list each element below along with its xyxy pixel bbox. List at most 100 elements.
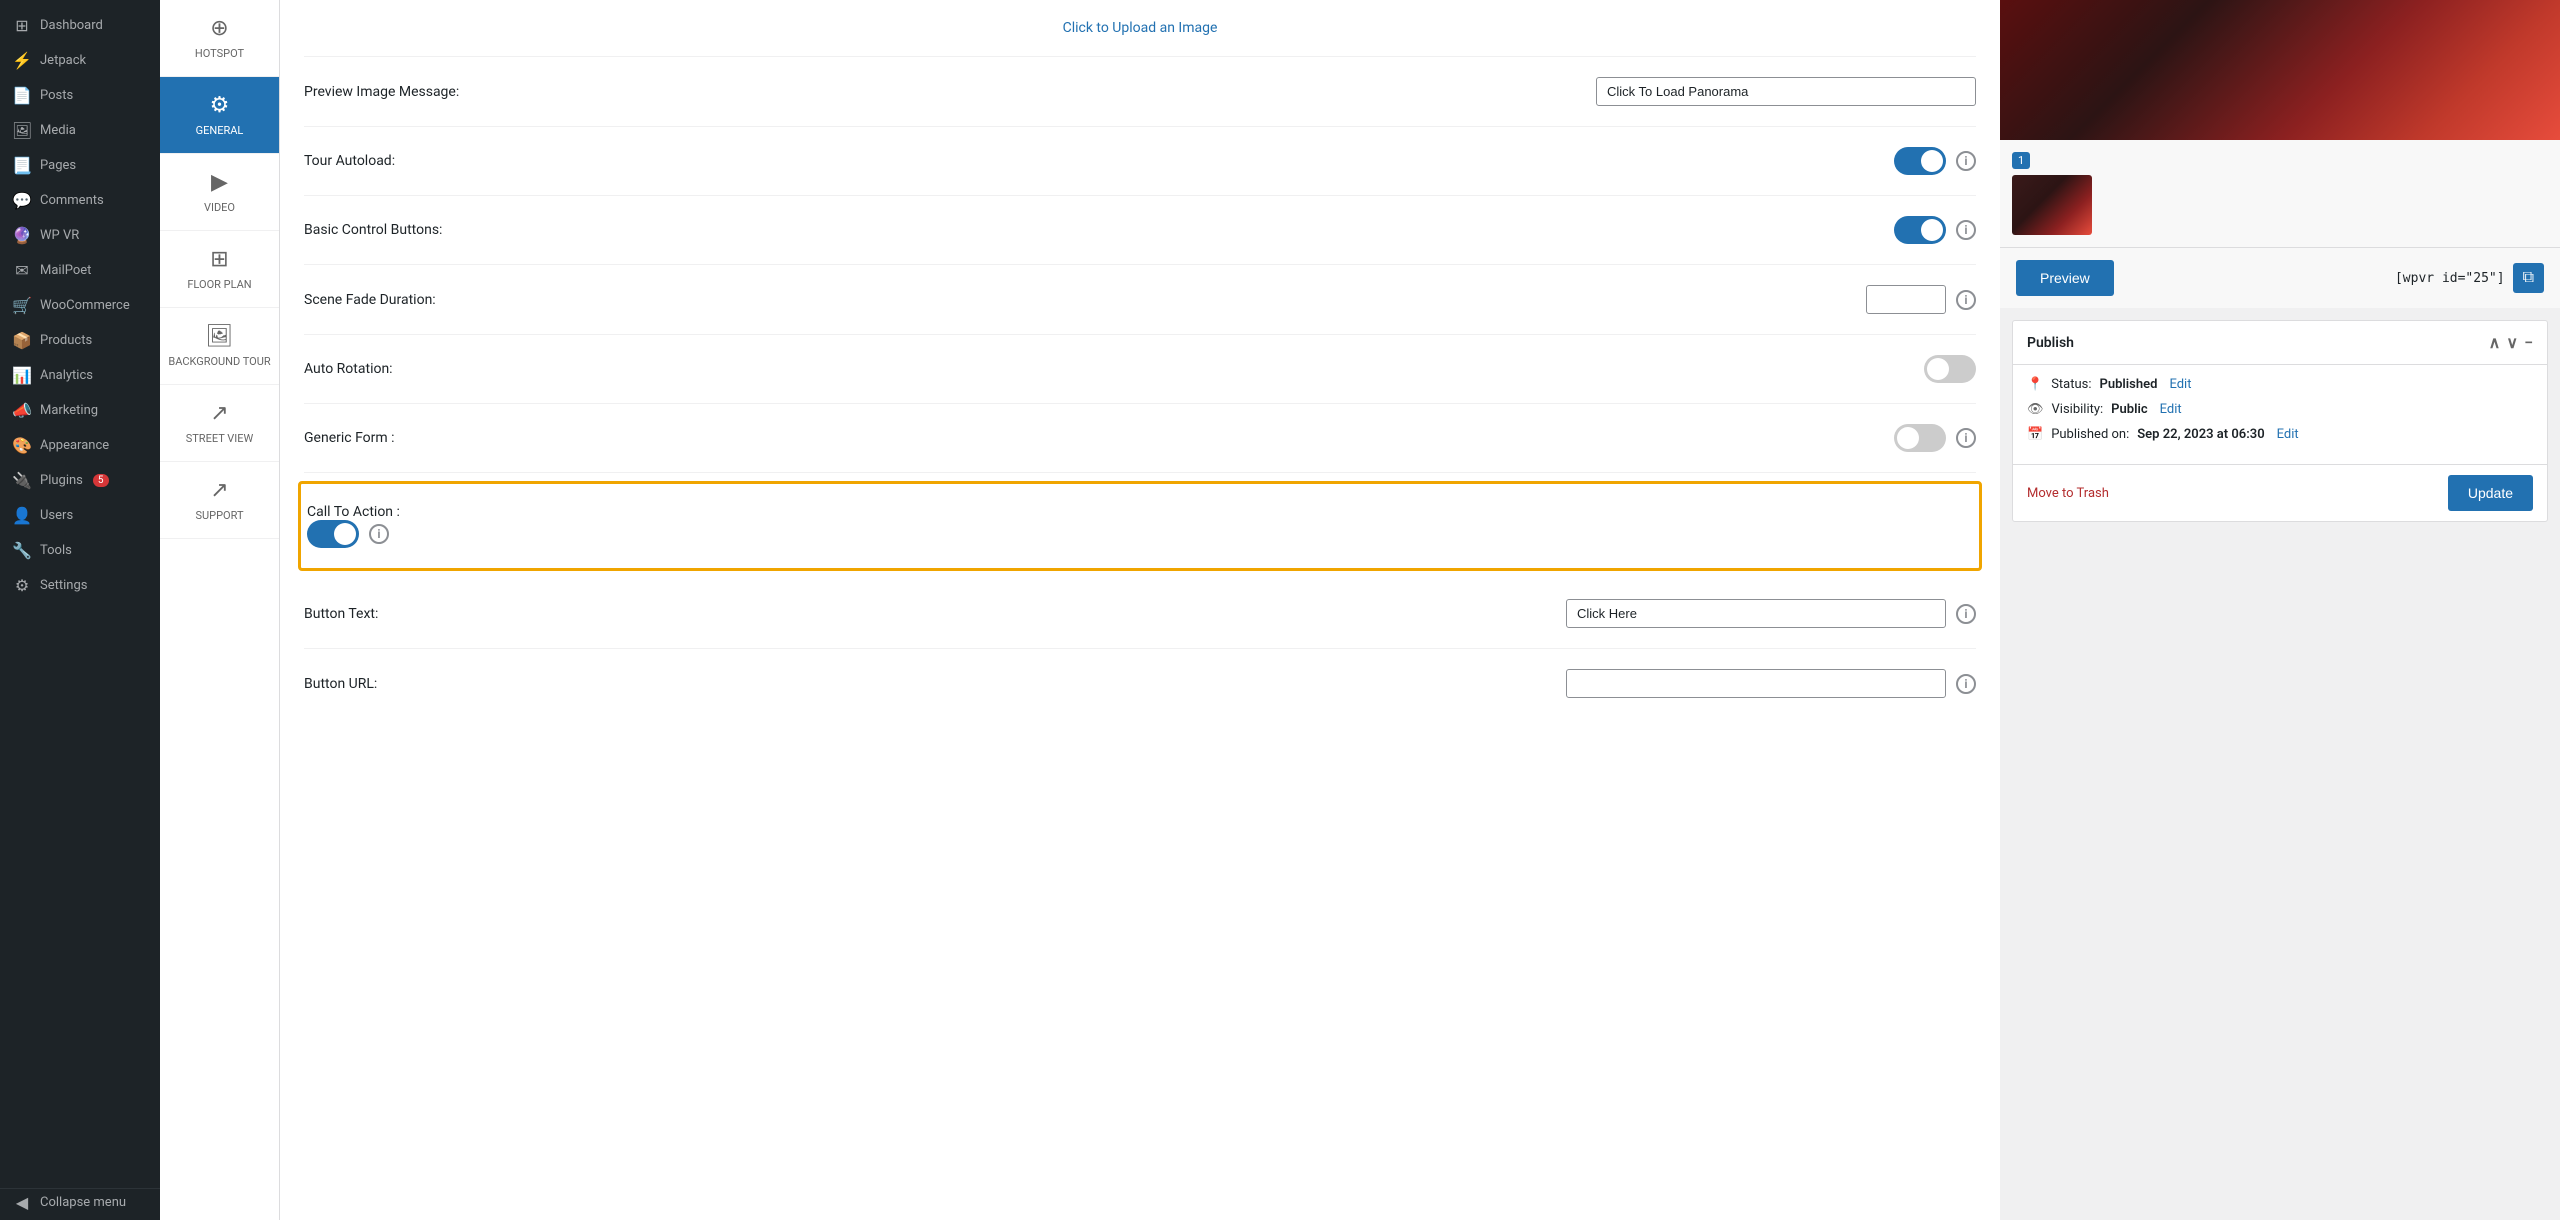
sidebar-item-users[interactable]: 👤 Users bbox=[0, 498, 160, 533]
generic-form-toggle[interactable] bbox=[1894, 424, 1946, 452]
dashboard-icon: ⊞ bbox=[12, 16, 32, 35]
panel-nav-floor-plan[interactable]: ⊞ FLOOR PLAN bbox=[160, 231, 279, 308]
background-tour-icon: 🖼 bbox=[206, 324, 234, 349]
preview-button[interactable]: Preview bbox=[2016, 260, 2114, 296]
appearance-icon: 🎨 bbox=[12, 436, 32, 455]
sidebar-item-dashboard[interactable]: ⊞ Dashboard bbox=[0, 8, 160, 43]
call-to-action-control: i bbox=[307, 520, 1973, 548]
basic-control-buttons-toggle[interactable] bbox=[1894, 216, 1946, 244]
update-button[interactable]: Update bbox=[2448, 475, 2533, 511]
auto-rotation-toggle[interactable] bbox=[1924, 355, 1976, 383]
thumbnail-image bbox=[2012, 175, 2092, 235]
upload-image-link[interactable]: Click to Upload an Image bbox=[1063, 20, 1218, 36]
tour-autoload-control: i bbox=[1894, 147, 1976, 175]
sidebar-item-plugins[interactable]: 🔌 Plugins 5 bbox=[0, 463, 160, 498]
tour-autoload-row: Tour Autoload: i bbox=[304, 127, 1976, 196]
call-to-action-label: Call To Action : bbox=[307, 504, 400, 520]
sidebar-item-wpvr[interactable]: 🔮 WP VR bbox=[0, 218, 160, 253]
auto-rotation-slider bbox=[1924, 355, 1976, 383]
panel-nav-support[interactable]: ↗ SUPPORT bbox=[160, 462, 279, 539]
status-label: Status: bbox=[2051, 377, 2091, 392]
mailpoet-icon: ✉ bbox=[12, 261, 32, 280]
sidebar-item-posts[interactable]: 📄 Posts bbox=[0, 78, 160, 113]
sidebar-item-appearance[interactable]: 🎨 Appearance bbox=[0, 428, 160, 463]
scene-fade-duration-info[interactable]: i bbox=[1956, 290, 1976, 310]
video-icon: ▶ bbox=[211, 170, 228, 195]
status-value: Published bbox=[2100, 377, 2158, 392]
sidebar-item-analytics[interactable]: 📊 Analytics bbox=[0, 358, 160, 393]
panel-nav-street-view[interactable]: ↗ STREET VIEW bbox=[160, 385, 279, 462]
panel-nav-general[interactable]: ⚙ GENERAL bbox=[160, 77, 279, 154]
publish-status-row: 📍 Status: Published Edit bbox=[2027, 377, 2533, 392]
call-to-action-toggle[interactable] bbox=[307, 520, 359, 548]
panel-nav-hotspot[interactable]: ⊕ HOTSPOT bbox=[160, 0, 279, 77]
analytics-icon: 📊 bbox=[12, 366, 32, 385]
button-url-label: Button URL: bbox=[304, 676, 377, 692]
publish-visibility-row: 👁 Visibility: Public Edit bbox=[2027, 402, 2533, 417]
button-url-input[interactable] bbox=[1566, 669, 1946, 698]
street-view-icon: ↗ bbox=[210, 401, 228, 426]
call-to-action-row: Call To Action : i bbox=[298, 481, 1982, 571]
general-icon: ⚙ bbox=[210, 93, 230, 118]
button-url-row: Button URL: i bbox=[304, 649, 1976, 718]
chevron-up-icon[interactable]: ∧ bbox=[2489, 333, 2501, 352]
generic-form-row: Generic Form : i bbox=[304, 404, 1976, 473]
published-on-edit-link[interactable]: Edit bbox=[2277, 427, 2299, 442]
move-to-trash-link[interactable]: Move to Trash bbox=[2027, 486, 2109, 501]
shortcode-text: [wpvr id="25"] bbox=[2395, 271, 2505, 286]
support-icon: ↗ bbox=[210, 478, 228, 503]
sidebar-item-pages[interactable]: 📃 Pages bbox=[0, 148, 160, 183]
basic-control-buttons-control: i bbox=[1894, 216, 1976, 244]
sidebar-item-media[interactable]: 🖼 Media bbox=[0, 113, 160, 148]
preview-image-message-row: Preview Image Message: bbox=[304, 57, 1976, 127]
upload-row: Click to Upload an Image bbox=[304, 0, 1976, 57]
sidebar-item-tools[interactable]: 🔧 Tools bbox=[0, 533, 160, 568]
auto-rotation-label: Auto Rotation: bbox=[304, 361, 393, 377]
button-text-info[interactable]: i bbox=[1956, 604, 1976, 624]
published-on-value: Sep 22, 2023 at 06:30 bbox=[2137, 427, 2264, 442]
button-url-control: i bbox=[1566, 669, 1976, 698]
tour-autoload-slider bbox=[1894, 147, 1946, 175]
panel-navigation: ⊕ HOTSPOT ⚙ GENERAL ▶ VIDEO ⊞ FLOOR PLAN… bbox=[160, 0, 280, 1220]
button-text-control: i bbox=[1566, 599, 1976, 628]
call-to-action-info[interactable]: i bbox=[369, 524, 389, 544]
generic-form-info[interactable]: i bbox=[1956, 428, 1976, 448]
wpvr-icon: 🔮 bbox=[12, 226, 32, 245]
status-edit-link[interactable]: Edit bbox=[2169, 377, 2191, 392]
sidebar-item-settings[interactable]: ⚙ Settings bbox=[0, 568, 160, 603]
basic-control-buttons-slider bbox=[1894, 216, 1946, 244]
sidebar-item-marketing[interactable]: 📣 Marketing bbox=[0, 393, 160, 428]
shortcode-row: [wpvr id="25"] ⧉ bbox=[2395, 263, 2544, 293]
sidebar-item-jetpack[interactable]: ⚡ Jetpack bbox=[0, 43, 160, 78]
plugins-badge: 5 bbox=[93, 474, 109, 487]
auto-rotation-row: Auto Rotation: bbox=[304, 335, 1976, 404]
thumbnail-badge: 1 bbox=[2012, 152, 2030, 169]
sidebar-item-products[interactable]: 📦 Products bbox=[0, 323, 160, 358]
tour-autoload-info[interactable]: i bbox=[1956, 151, 1976, 171]
chevron-down-icon[interactable]: ∨ bbox=[2506, 333, 2518, 352]
button-url-info[interactable]: i bbox=[1956, 674, 1976, 694]
posts-icon: 📄 bbox=[12, 86, 32, 105]
tour-autoload-toggle[interactable] bbox=[1894, 147, 1946, 175]
preview-image-message-control bbox=[1596, 77, 1976, 106]
call-to-action-wrapper: ➜ Call To Action : i bbox=[304, 481, 1976, 571]
sidebar: ⊞ Dashboard ⚡ Jetpack 📄 Posts 🖼 Media 📃 … bbox=[0, 0, 160, 1220]
sidebar-item-comments[interactable]: 💬 Comments bbox=[0, 183, 160, 218]
collapse-menu-button[interactable]: ◀ Collapse menu bbox=[0, 1188, 160, 1220]
scene-fade-duration-control: i bbox=[1866, 285, 1976, 314]
panel-nav-background-tour[interactable]: 🖼 BACKGROUND TOUR bbox=[160, 308, 279, 385]
visibility-edit-link[interactable]: Edit bbox=[2160, 402, 2182, 417]
pages-icon: 📃 bbox=[12, 156, 32, 175]
sidebar-item-mailpoet[interactable]: ✉ MailPoet bbox=[0, 253, 160, 288]
sidebar-item-woocommerce[interactable]: 🛒 WooCommerce bbox=[0, 288, 160, 323]
button-text-input[interactable] bbox=[1566, 599, 1946, 628]
preview-image-message-input[interactable] bbox=[1596, 77, 1976, 106]
panel-nav-video[interactable]: ▶ VIDEO bbox=[160, 154, 279, 231]
collapse-publish-icon[interactable]: − bbox=[2524, 333, 2533, 352]
scene-fade-duration-input[interactable] bbox=[1866, 285, 1946, 314]
basic-control-buttons-info[interactable]: i bbox=[1956, 220, 1976, 240]
call-to-action-slider bbox=[307, 520, 359, 548]
media-icon: 🖼 bbox=[12, 121, 32, 140]
button-text-row: Button Text: i bbox=[304, 579, 1976, 649]
copy-shortcode-button[interactable]: ⧉ bbox=[2513, 263, 2544, 293]
